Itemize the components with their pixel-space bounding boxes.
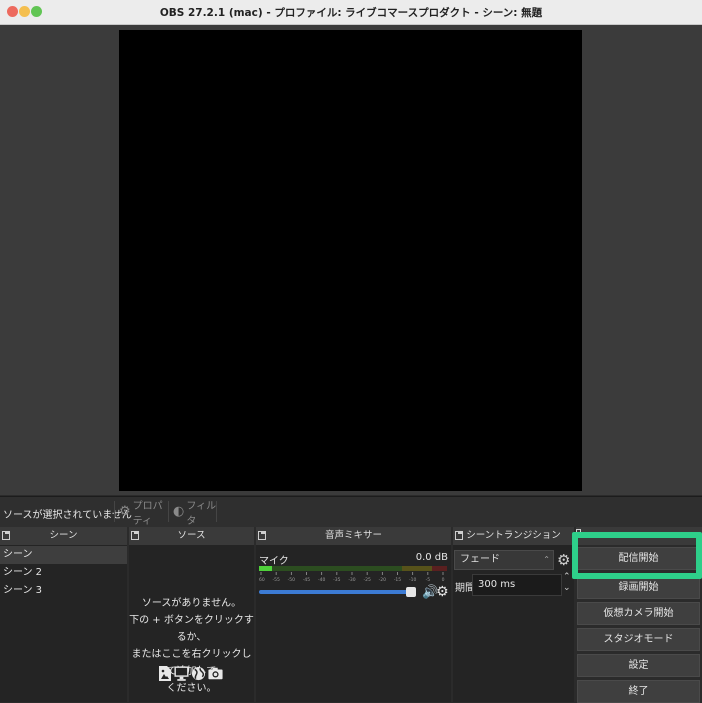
chevron-down-icon[interactable]: ⌄ <box>563 583 571 593</box>
mixer-channel-name: マイク <box>259 556 289 567</box>
meter-tick-label: -55 <box>272 577 279 582</box>
scene-transitions-dock: シーントランジション フェード ⌃⌄ ⚙ 期間 300 ms ⌃ ⌄ <box>453 527 574 702</box>
meter-tick-label: -15 <box>394 577 401 582</box>
filters-button[interactable]: ◐ フィルタ <box>168 501 219 527</box>
undock-icon[interactable] <box>455 531 463 540</box>
image-icon <box>157 665 172 682</box>
volume-slider[interactable] <box>259 590 416 594</box>
meter-tick-label: -5 <box>426 577 431 582</box>
volume-slider-handle[interactable] <box>406 587 416 597</box>
gear-icon[interactable]: ⚙ <box>557 551 570 569</box>
meter-tick-label: -50 <box>288 577 295 582</box>
transition-select[interactable]: フェード ⌃⌄ <box>454 550 554 582</box>
exit-button[interactable]: 終了 <box>577 680 700 703</box>
audio-mixer-header: 音声ミキサー <box>256 527 451 545</box>
globe-icon <box>191 665 206 682</box>
undock-icon[interactable] <box>131 531 139 540</box>
mixer-level-db: 0.0 dB <box>415 552 448 563</box>
empty-line: ソースがありません。 <box>141 598 242 609</box>
meter-tick-label: -25 <box>363 577 370 582</box>
meter-tick-label: -35 <box>333 577 340 582</box>
volume-meter-warning-zone <box>402 566 432 571</box>
meter-tick-label: -60 <box>259 577 265 582</box>
scene-transitions-header: シーントランジション <box>453 527 574 545</box>
meter-tick-label: -30 <box>348 577 355 582</box>
filters-label: フィルタ <box>186 500 217 527</box>
audio-mixer-title: 音声ミキサー <box>324 530 382 541</box>
sources-dock-header: ソース <box>129 527 254 545</box>
scene-item[interactable]: シーン <box>0 546 127 564</box>
meter-tick-label: -20 <box>379 577 386 582</box>
scene-item[interactable]: シーン 2 <box>0 564 127 582</box>
gear-icon: ⚙ <box>119 504 131 519</box>
gear-icon[interactable]: ⚙ <box>436 584 449 600</box>
display-icon <box>174 665 189 682</box>
title-bar: OBS 27.2.1 (mac) - プロファイル: ライブコマースプロダクト … <box>0 0 702 25</box>
highlight-box <box>572 532 702 579</box>
chevron-up-icon[interactable]: ⌃ <box>563 572 571 582</box>
audio-mixer-dock: 音声ミキサー マイク 0.0 dB -60-55-50-45-40-35-30-… <box>256 527 451 702</box>
undock-icon[interactable] <box>258 531 266 540</box>
scenes-dock-title: シーン <box>49 530 78 541</box>
settings-button[interactable]: 設定 <box>577 654 700 677</box>
sources-dock: ソース ソースがありません。 下の + ボタンをクリックするか、 またはここを右… <box>129 527 254 702</box>
scene-transitions-title: シーントランジション <box>466 530 561 541</box>
volume-meter-error-zone <box>432 566 447 571</box>
camera-icon <box>208 665 223 682</box>
scenes-dock: シーン シーン シーン 2 シーン 3 <box>0 527 127 702</box>
properties-label: プロパティ <box>132 500 163 527</box>
meter-tick-label: -40 <box>318 577 325 582</box>
start-virtual-camera-button[interactable]: 仮想カメラ開始 <box>577 602 700 625</box>
divider <box>216 501 217 522</box>
selected-source-status: ソースが選択されていません <box>3 510 132 521</box>
empty-line: ください。 <box>166 683 217 694</box>
scenes-dock-header: シーン <box>0 527 127 545</box>
filter-icon: ◐ <box>173 504 185 519</box>
context-bar: ソースが選択されていません ⚙ プロパティ ◐ フィルタ <box>0 496 702 527</box>
source-type-icons <box>157 665 223 682</box>
sources-dock-title: ソース <box>177 530 206 541</box>
meter-tick-label: -45 <box>303 577 310 582</box>
properties-button[interactable]: ⚙ プロパティ <box>114 501 171 527</box>
window-title: OBS 27.2.1 (mac) - プロファイル: ライブコマースプロダクト … <box>159 7 543 19</box>
transition-select-value: フェード <box>460 554 500 565</box>
undock-icon[interactable] <box>2 531 10 540</box>
meter-tick-label: -10 <box>409 577 416 582</box>
scene-item[interactable]: シーン 3 <box>0 582 127 600</box>
duration-input[interactable]: 300 ms <box>472 574 562 596</box>
empty-line: 下の + ボタンをクリックするか、 <box>129 615 254 643</box>
volume-meter-level <box>259 566 273 571</box>
preview-canvas[interactable] <box>119 30 582 491</box>
meter-tick-label: 0 <box>442 577 445 582</box>
studio-mode-button[interactable]: スタジオモード <box>577 628 700 651</box>
volume-meter <box>259 566 447 571</box>
volume-meter-ticks: -60-55-50-45-40-35-30-25-20-15-10-50 <box>259 572 445 582</box>
start-recording-button[interactable]: 録画開始 <box>577 576 700 599</box>
